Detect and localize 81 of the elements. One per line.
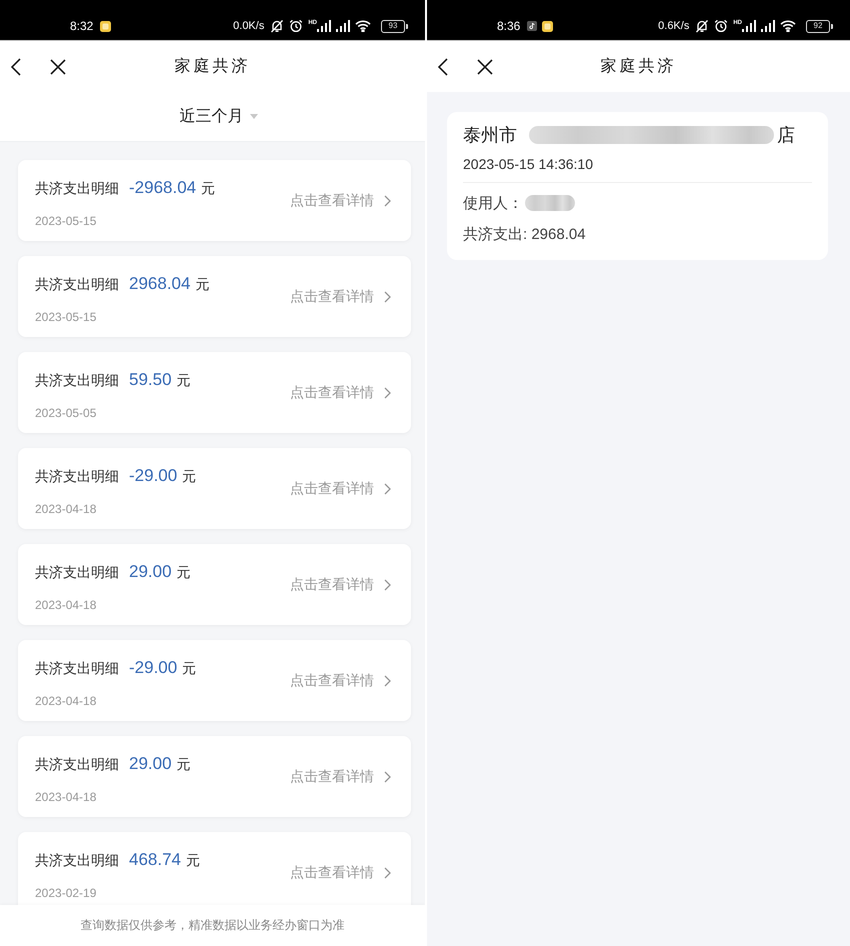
view-details-link[interactable]: 点击查看详情 [290, 384, 391, 402]
record-label: 共济支出明细 [35, 660, 119, 678]
chevron-right-icon [384, 867, 391, 879]
store-name: 泰州市 [463, 124, 517, 147]
dropdown-caret-icon [250, 114, 258, 119]
currency-unit: 元 [195, 276, 210, 294]
chevron-right-icon [384, 579, 391, 591]
network-speed: 0.6K/s [658, 20, 690, 32]
muted-bell-icon [270, 19, 284, 33]
expense-amount: 共济支出: 2968.04 [463, 224, 586, 244]
view-details-link[interactable]: 点击查看详情 [290, 192, 391, 210]
view-details-link[interactable]: 点击查看详情 [290, 864, 391, 882]
period-dropdown[interactable]: 近三个月 [168, 106, 258, 127]
battery-indicator: 93 [381, 20, 405, 32]
record-date: 2023-04-18 [35, 693, 96, 709]
currency-unit: 元 [182, 660, 196, 678]
battery-indicator: 92 [806, 20, 830, 32]
wifi-icon [355, 20, 371, 32]
amount: 2968.04 [129, 274, 190, 294]
transaction-time: 2023-05-15 14:36:10 [463, 155, 593, 173]
amount: 59.50 [129, 370, 172, 390]
signal-icon [336, 20, 350, 32]
record-date: 2023-02-19 [35, 885, 96, 901]
muted-bell-icon [695, 19, 710, 33]
currency-unit: 元 [176, 756, 191, 774]
network-speed: 0.0K/s [233, 20, 264, 32]
record-date: 2023-05-15 [35, 309, 96, 325]
store-name-end: 店 [777, 124, 795, 147]
currency-unit: 元 [186, 852, 200, 870]
amount: -2968.04 [129, 178, 196, 198]
alarm-clock-icon [289, 19, 304, 33]
chevron-right-icon [384, 387, 391, 399]
amount: 468.74 [129, 850, 181, 870]
user-label: 使用人： [463, 194, 523, 212]
record-label: 共济支出明细 [35, 276, 119, 294]
chevron-right-icon [384, 483, 391, 495]
record-label: 共济支出明细 [35, 756, 119, 774]
music-note-icon [527, 21, 538, 31]
back-icon[interactable] [10, 58, 21, 76]
currency-unit: 元 [176, 372, 191, 390]
chevron-right-icon [384, 771, 391, 783]
signal-icon [742, 20, 756, 32]
view-details-link[interactable]: 点击查看详情 [290, 480, 391, 498]
record-label: 共济支出明细 [35, 180, 119, 198]
record-date: 2023-05-15 [35, 213, 96, 229]
chevron-right-icon [384, 675, 391, 687]
record-label: 共济支出明细 [35, 468, 119, 486]
close-icon[interactable] [477, 58, 493, 74]
status-time: 8:32 [70, 19, 94, 33]
back-icon[interactable] [437, 58, 448, 76]
view-details-link[interactable]: 点击查看详情 [290, 288, 391, 306]
record-date: 2023-04-18 [35, 501, 96, 517]
page-title: 家庭共济 [174, 56, 250, 77]
amount: -29.00 [129, 466, 178, 486]
amount: 29.00 [129, 562, 172, 582]
record-date: 2023-04-18 [35, 597, 96, 613]
currency-unit: 元 [182, 468, 196, 486]
currency-unit: 元 [201, 180, 216, 198]
signal-icon [761, 20, 775, 32]
square-app-icon [542, 20, 554, 32]
status-time: 8:36 [497, 19, 520, 33]
record-label: 共济支出明细 [35, 564, 119, 582]
amount: -29.00 [129, 658, 178, 678]
record-label: 共济支出明细 [35, 852, 119, 870]
close-icon[interactable] [50, 58, 66, 74]
signal-icon [317, 20, 331, 32]
view-details-link[interactable]: 点击查看详情 [290, 768, 391, 786]
record-date: 2023-04-18 [35, 789, 96, 805]
chevron-right-icon [384, 195, 391, 207]
currency-unit: 元 [176, 564, 191, 582]
alarm-clock-icon [714, 19, 728, 33]
page-title: 家庭共济 [600, 56, 676, 77]
record-label: 共济支出明细 [35, 372, 119, 390]
amount: 29.00 [129, 754, 172, 774]
wifi-icon [780, 20, 796, 32]
view-details-link[interactable]: 点击查看详情 [290, 672, 391, 690]
redaction-block [525, 195, 575, 211]
square-app-icon [100, 20, 112, 32]
chevron-right-icon [384, 291, 391, 303]
view-details-link[interactable]: 点击查看详情 [290, 576, 391, 594]
record-date: 2023-05-05 [35, 405, 96, 421]
